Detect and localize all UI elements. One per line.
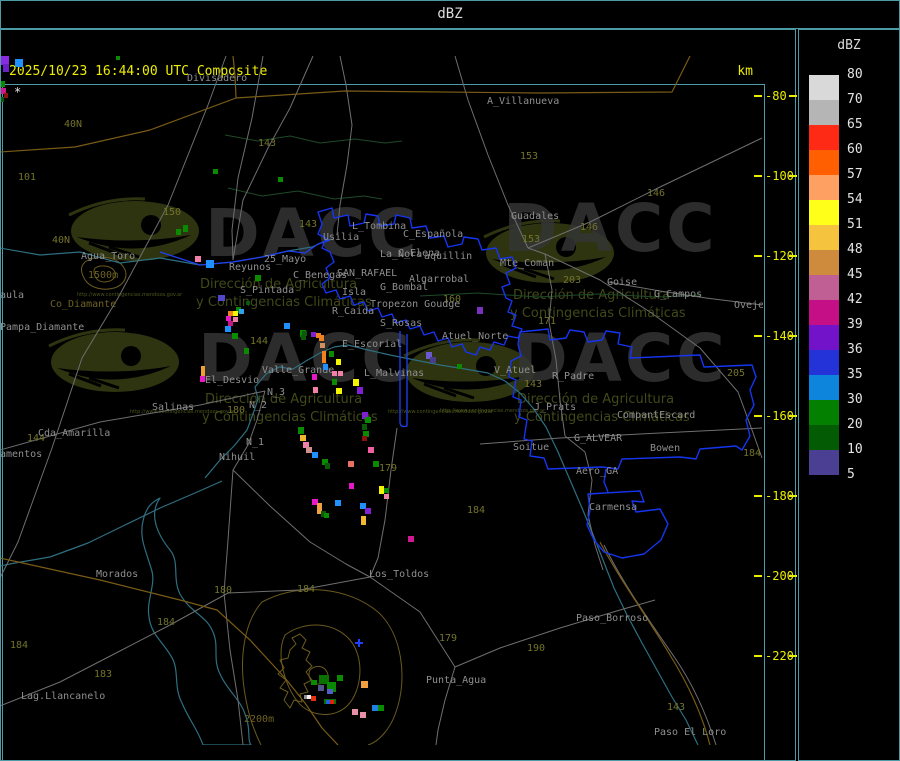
legend-label: 36: [847, 342, 863, 357]
page-title: dBZ: [437, 6, 463, 22]
legend-label: 54: [847, 192, 863, 207]
right-axis-tick: [754, 335, 762, 337]
legend-label: 30: [847, 392, 863, 407]
title-bar: dBZ: [0, 0, 900, 29]
legend-swatch: [809, 350, 839, 375]
legend-label: 80: [847, 67, 863, 82]
legend-swatch: [809, 225, 839, 250]
legend-swatch: [809, 300, 839, 325]
right-axis-tick: [789, 335, 797, 337]
right-axis-tick: [754, 255, 762, 257]
legend-label: 48: [847, 242, 863, 257]
legend-label: 39: [847, 317, 863, 332]
right-axis-tick: [789, 655, 797, 657]
legend-swatch: [809, 325, 839, 350]
legend-label: 20: [847, 417, 863, 432]
legend-label: 65: [847, 117, 863, 132]
legend-panel: dBZ 80 70 65 60 57 54 51 48 45 42 39 36 35 30 20 10 5: [798, 29, 900, 761]
right-axis-tick: [754, 575, 762, 577]
legend-swatch: [809, 200, 839, 225]
legend-label: 70: [847, 92, 863, 107]
legend-label: 42: [847, 292, 863, 307]
legend-label: 35: [847, 367, 863, 382]
right-axis-tick: [789, 495, 797, 497]
legend-swatch: [809, 100, 839, 125]
legend-label: 10: [847, 442, 863, 457]
legend-swatch: [809, 400, 839, 425]
legend-swatch: [809, 175, 839, 200]
right-axis-tick: [789, 175, 797, 177]
right-axis-tick: [789, 415, 797, 417]
right-axis-tick: [754, 175, 762, 177]
legend-swatch: [809, 75, 839, 100]
legend-label: 57: [847, 167, 863, 182]
legend-swatch: [809, 275, 839, 300]
legend-swatch: [809, 450, 839, 475]
right-axis-tick: [754, 95, 762, 97]
legend-swatch: [809, 425, 839, 450]
right-axis-tick: [754, 415, 762, 417]
legend-swatch: [809, 250, 839, 275]
map-panel: 2025/10/23 16:44:00 UTC Composite km km …: [0, 29, 796, 761]
legend-label: 60: [847, 142, 863, 157]
right-axis-tick: [754, 655, 762, 657]
timestamp: 2025/10/23 16:44:00 UTC Composite: [9, 64, 268, 79]
legend-label: 45: [847, 267, 863, 282]
legend-swatch: [809, 375, 839, 400]
map-frame: [2, 84, 765, 761]
right-axis-tick: [754, 495, 762, 497]
legend-swatch: [809, 150, 839, 175]
radar-composite-app: dBZ 2025/10/23 16:44:00 UTC Composite km…: [0, 0, 900, 761]
header-unit-label: km: [737, 64, 753, 79]
right-axis-tick: [789, 575, 797, 577]
legend-title: dBZ: [837, 38, 861, 53]
right-axis-tick: [789, 255, 797, 257]
legend-label: 51: [847, 217, 863, 232]
header-row: 2025/10/23 16:44:00 UTC Composite km: [3, 61, 763, 83]
legend-label: 5: [847, 467, 855, 482]
right-axis-tick: [789, 95, 797, 97]
legend-swatch: [809, 125, 839, 150]
